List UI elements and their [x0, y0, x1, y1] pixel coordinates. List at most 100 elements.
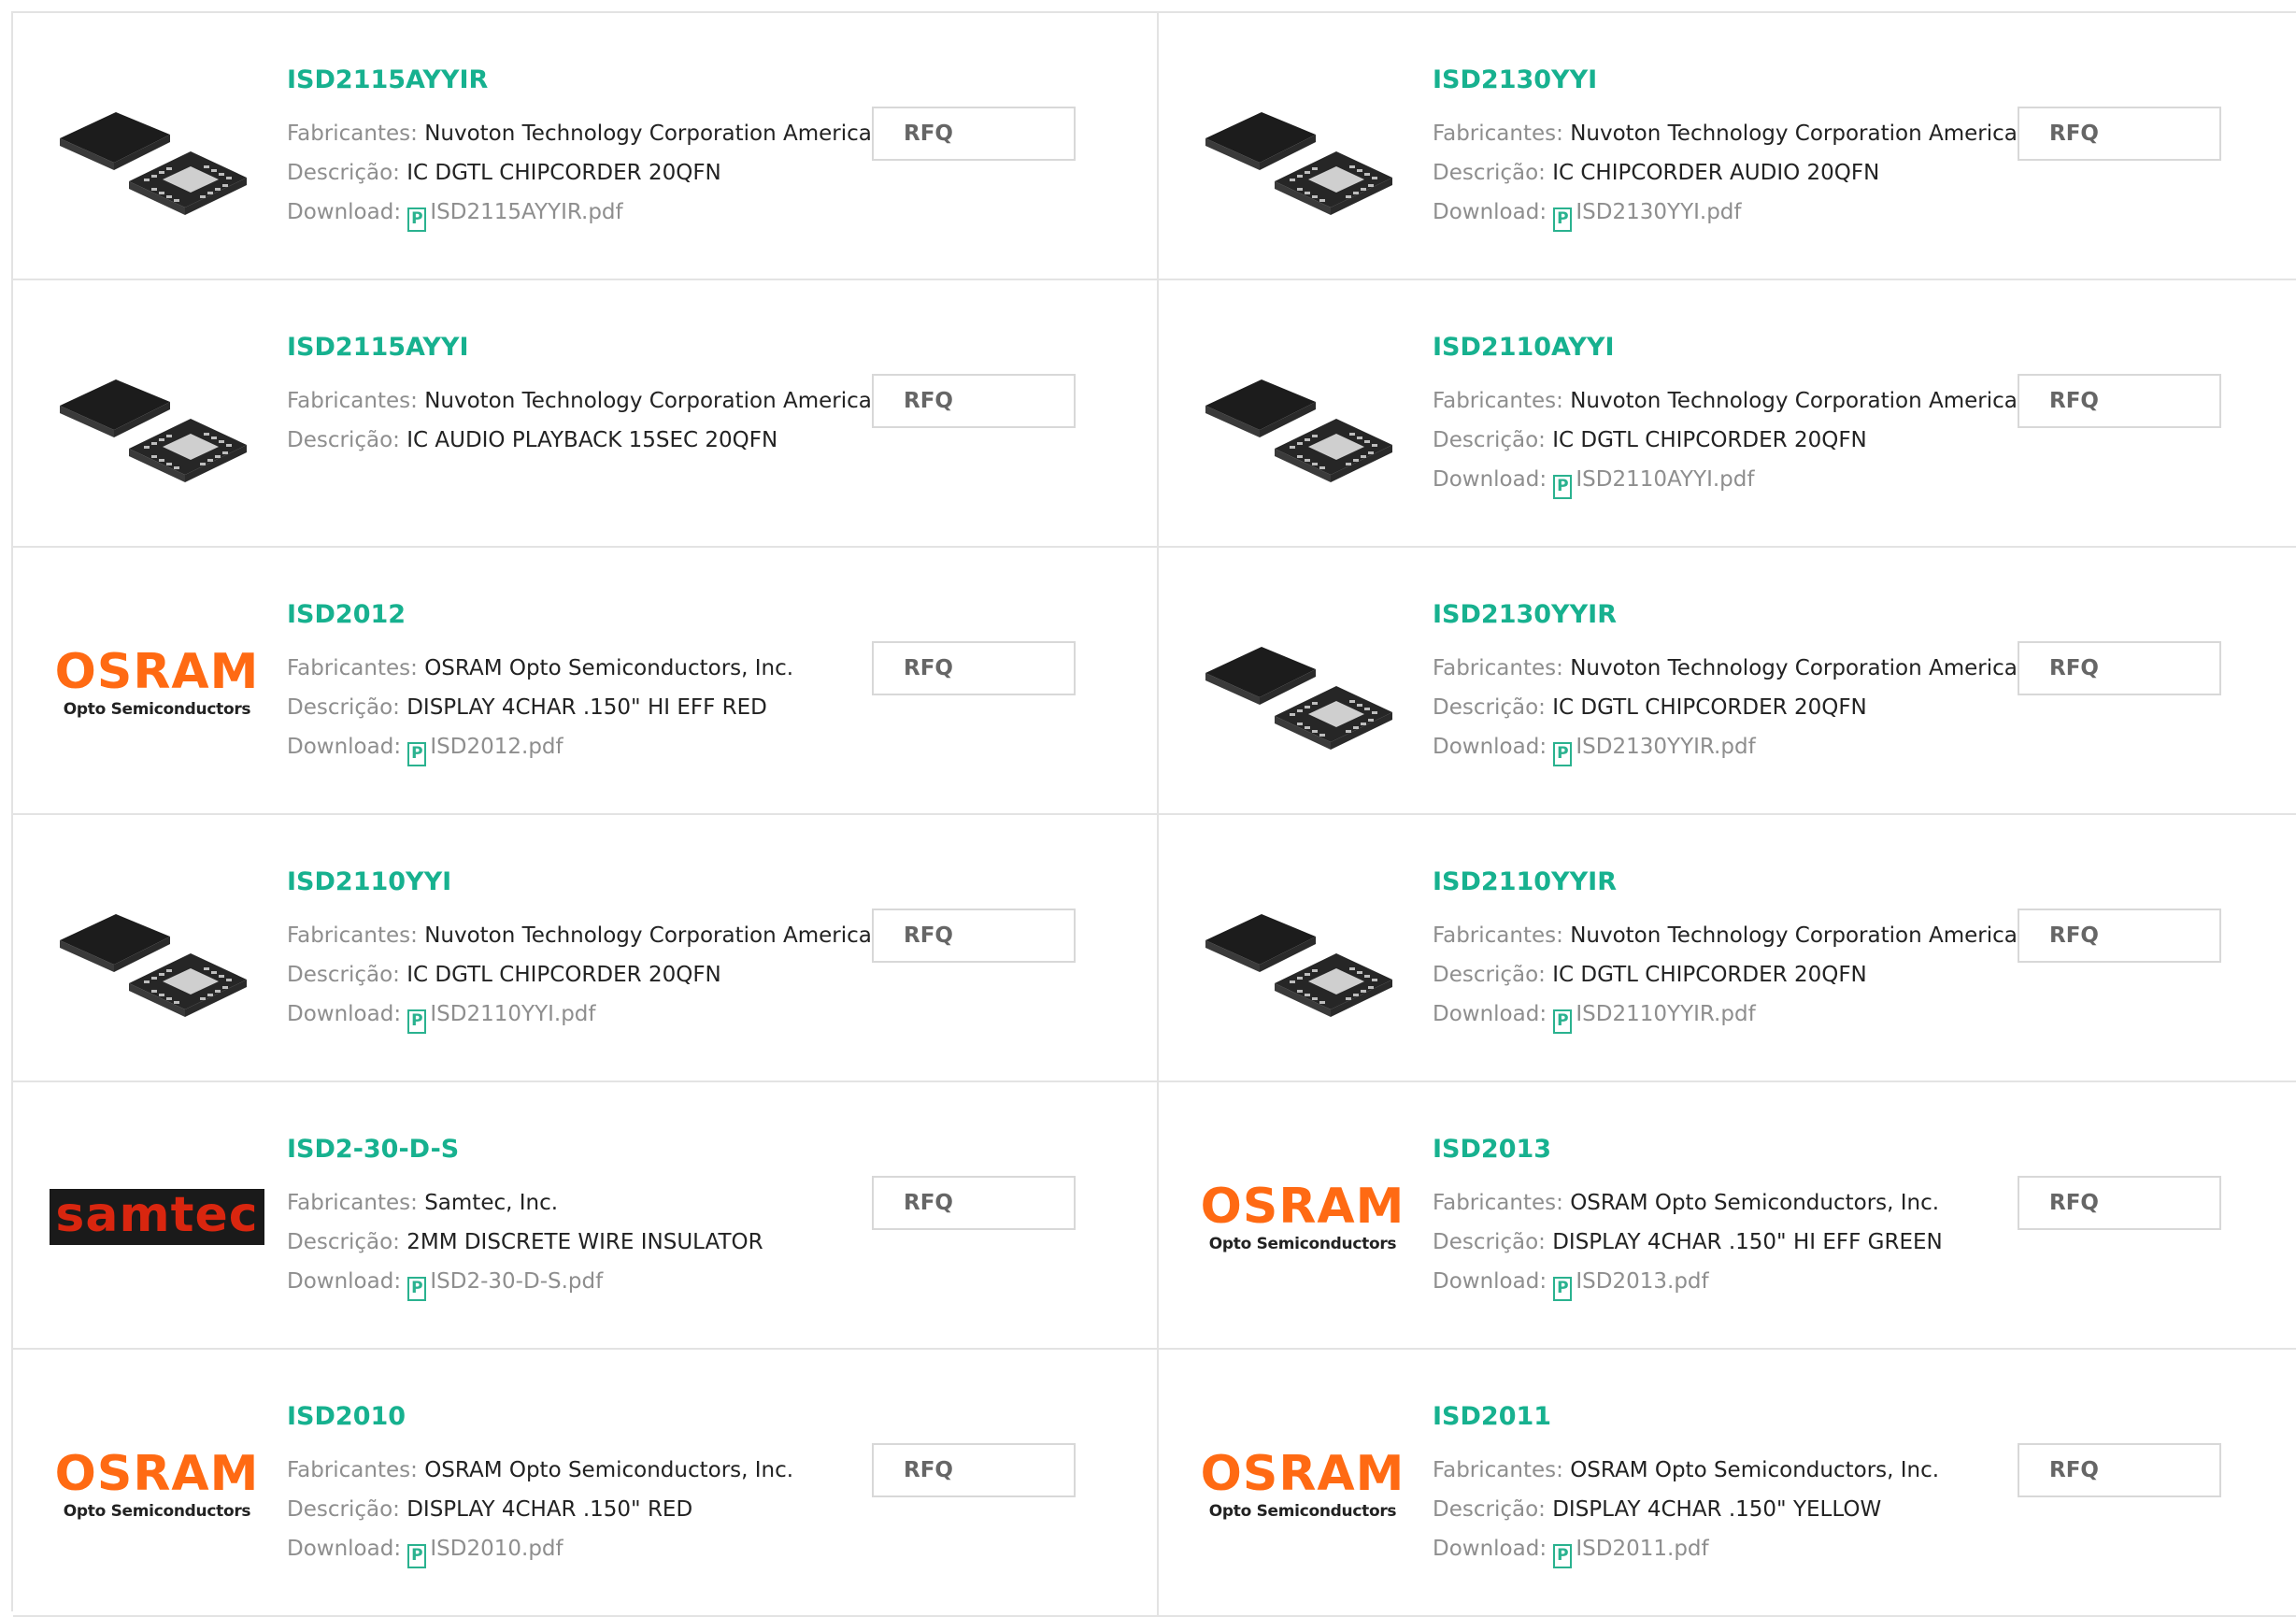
pdf-link[interactable]: ISD2110AYYI.pdf	[1576, 467, 1754, 492]
pdf-link[interactable]: ISD2130YYI.pdf	[1576, 200, 1741, 224]
qfn-chip-icon	[60, 914, 247, 1017]
rfq-button[interactable]: RFQ	[2018, 107, 2221, 161]
pdf-icon[interactable]: P	[407, 1009, 427, 1034]
samtec-logo: samtec	[50, 1189, 264, 1245]
product-image[interactable]	[1200, 320, 1405, 510]
rfq-button[interactable]: RFQ	[2018, 374, 2221, 428]
part-number-link[interactable]: ISD2115AYYIR	[287, 65, 488, 94]
pdf-icon[interactable]: P	[1553, 207, 1573, 232]
description-label: Descrição:	[287, 695, 400, 720]
description-label: Descrição:	[1433, 695, 1546, 720]
manufacturer-value: Nuvoton Technology Corporation America	[1570, 122, 2018, 146]
part-number-link[interactable]: ISD2130YYIR	[1433, 600, 1617, 629]
part-number-link[interactable]: ISD2012	[287, 600, 406, 629]
osram-logo-main: OSRAM	[1200, 1178, 1405, 1235]
qfn-chip-icon	[1205, 379, 1392, 482]
manufacturer-label: Fabricantes:	[1433, 1458, 1563, 1482]
rfq-button[interactable]: RFQ	[872, 374, 1076, 428]
rfq-button[interactable]: RFQ	[872, 107, 1076, 161]
product-image[interactable]: samtec	[50, 1122, 264, 1312]
manufacturer-label: Fabricantes:	[287, 656, 418, 680]
rfq-button[interactable]: RFQ	[2018, 1443, 2221, 1497]
part-number-link[interactable]: ISD2110YYI	[287, 867, 451, 896]
part-number-link[interactable]: ISD2013	[1433, 1135, 1551, 1164]
product-fields: Fabricantes: Nuvoton Technology Corporat…	[287, 916, 872, 1034]
description-value: IC DGTL CHIPCORDER 20QFN	[406, 963, 721, 987]
part-number-link[interactable]: ISD2-30-D-S	[287, 1135, 459, 1164]
product-card: ISD2110YYIR Fabricantes: Nuvoton Technol…	[1159, 815, 2296, 1082]
manufacturer-row: Fabricantes: OSRAM Opto Semiconductors, …	[287, 649, 793, 688]
pdf-icon[interactable]: P	[407, 742, 427, 766]
rfq-button[interactable]: RFQ	[2018, 1176, 2221, 1230]
pdf-icon[interactable]: P	[1553, 742, 1573, 766]
download-label: Download:	[287, 1537, 402, 1561]
product-image[interactable]: OSRAM Opto Semiconductors	[1200, 1389, 1405, 1580]
part-number-link[interactable]: ISD2115AYYI	[287, 333, 469, 362]
product-card: OSRAM Opto Semiconductors ISD2012 Fabrica…	[13, 548, 1159, 815]
product-grid: ISD2115AYYIR Fabricantes: Nuvoton Techno…	[11, 11, 2296, 1617]
pdf-link[interactable]: ISD2013.pdf	[1576, 1269, 1708, 1294]
product-image[interactable]	[1200, 52, 1405, 243]
pdf-icon[interactable]: P	[407, 1544, 427, 1568]
rfq-button[interactable]: RFQ	[872, 641, 1076, 695]
manufacturer-label: Fabricantes:	[1433, 122, 1563, 146]
pdf-icon[interactable]: P	[1553, 1277, 1573, 1301]
pdf-link[interactable]: ISD2010.pdf	[430, 1537, 563, 1561]
product-image[interactable]	[54, 320, 260, 510]
pdf-link[interactable]: ISD2115AYYIR.pdf	[430, 200, 622, 224]
description-value: IC DGTL CHIPCORDER 20QFN	[1552, 428, 1867, 452]
description-label: Descrição:	[287, 161, 400, 185]
product-image[interactable]: OSRAM Opto Semiconductors	[1200, 1122, 1405, 1312]
rfq-button[interactable]: RFQ	[2018, 641, 2221, 695]
download-row: Download: P ISD2110YYIR.pdf	[1433, 995, 2018, 1034]
description-label: Descrição:	[1433, 428, 1546, 452]
pdf-icon[interactable]: P	[1553, 1544, 1573, 1568]
description-row: Descrição: IC DGTL CHIPCORDER 20QFN	[287, 153, 872, 193]
pdf-link[interactable]: ISD2-30-D-S.pdf	[430, 1269, 603, 1294]
product-fields: Fabricantes: OSRAM Opto Semiconductors, …	[1433, 1451, 1939, 1568]
osram-logo-main: OSRAM	[54, 1445, 260, 1502]
pdf-link[interactable]: ISD2110YYI.pdf	[430, 1002, 595, 1026]
rfq-button[interactable]: RFQ	[872, 1443, 1076, 1497]
product-image[interactable]	[54, 52, 260, 243]
rfq-button[interactable]: RFQ	[872, 1176, 1076, 1230]
pdf-icon[interactable]: P	[1553, 1009, 1573, 1034]
manufacturer-row: Fabricantes: Nuvoton Technology Corporat…	[1433, 114, 2018, 153]
download-label: Download:	[1433, 1002, 1547, 1026]
manufacturer-row: Fabricantes: Nuvoton Technology Corporat…	[1433, 649, 2018, 688]
product-image[interactable]	[54, 854, 260, 1045]
manufacturer-row: Fabricantes: OSRAM Opto Semiconductors, …	[1433, 1451, 1939, 1490]
product-fields: Fabricantes: Nuvoton Technology Corporat…	[1433, 916, 2018, 1034]
product-image[interactable]: OSRAM Opto Semiconductors	[54, 587, 260, 778]
qfn-chip-icon	[1205, 112, 1392, 215]
pdf-link[interactable]: ISD2011.pdf	[1576, 1537, 1708, 1561]
product-image[interactable]	[1200, 854, 1405, 1045]
rfq-button[interactable]: RFQ	[872, 909, 1076, 963]
download-label: Download:	[287, 200, 402, 224]
manufacturer-value: Nuvoton Technology Corporation America	[424, 122, 872, 146]
product-image[interactable]	[1200, 587, 1405, 778]
description-value: IC CHIPCORDER AUDIO 20QFN	[1552, 161, 1880, 185]
rfq-button[interactable]: RFQ	[2018, 909, 2221, 963]
manufacturer-value: OSRAM Opto Semiconductors, Inc.	[1570, 1458, 1940, 1482]
download-label: Download:	[1433, 200, 1547, 224]
part-number-link[interactable]: ISD2011	[1433, 1402, 1551, 1431]
pdf-icon[interactable]: P	[1553, 475, 1573, 499]
pdf-link[interactable]: ISD2110YYIR.pdf	[1576, 1002, 1755, 1026]
download-row: Download: P ISD2010.pdf	[287, 1529, 793, 1568]
pdf-icon[interactable]: P	[407, 207, 427, 232]
product-image[interactable]: OSRAM Opto Semiconductors	[54, 1389, 260, 1580]
part-number-link[interactable]: ISD2010	[287, 1402, 406, 1431]
part-number-link[interactable]: ISD2110AYYI	[1433, 333, 1615, 362]
product-fields: Fabricantes: Nuvoton Technology Corporat…	[287, 381, 872, 460]
manufacturer-value: OSRAM Opto Semiconductors, Inc.	[424, 656, 794, 680]
manufacturer-value: Samtec, Inc.	[424, 1191, 559, 1215]
pdf-link[interactable]: ISD2130YYIR.pdf	[1576, 735, 1755, 759]
part-number-link[interactable]: ISD2130YYI	[1433, 65, 1597, 94]
description-row: Descrição: DISPLAY 4CHAR .150" HI EFF RE…	[287, 688, 793, 727]
pdf-icon[interactable]: P	[407, 1277, 427, 1301]
pdf-link[interactable]: ISD2012.pdf	[430, 735, 563, 759]
part-number-link[interactable]: ISD2110YYIR	[1433, 867, 1617, 896]
osram-logo-sub: Opto Semiconductors	[1208, 1234, 1397, 1253]
download-label: Download:	[1433, 1269, 1547, 1294]
